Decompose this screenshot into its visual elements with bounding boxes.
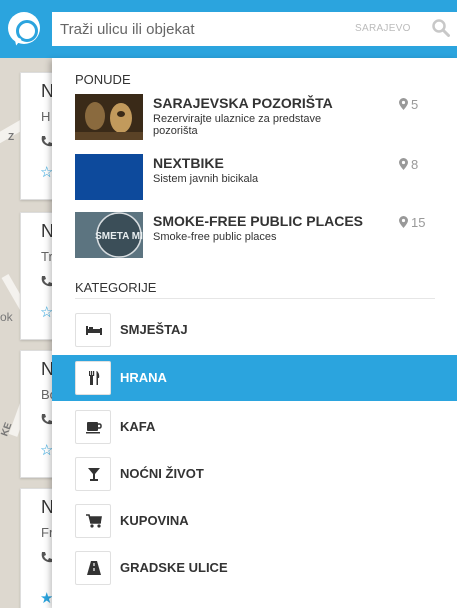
category-nocni-zivot[interactable]: NOĆNI ŽIVOT bbox=[52, 451, 457, 497]
category-gradske-ulice[interactable]: GRADSKE ULICE bbox=[52, 545, 457, 591]
offer-item-sarajevska-pozorista[interactable]: SARAJEVSKA POZORIŠTA Rezervirajte ulazni… bbox=[75, 94, 455, 142]
offer-thumbnail: SMETA MI bbox=[75, 212, 143, 258]
bed-icon bbox=[75, 313, 111, 347]
road-icon bbox=[75, 551, 111, 585]
category-label: KUPOVINA bbox=[120, 513, 189, 528]
offer-description: Rezervirajte ulaznice za predstave pozor… bbox=[153, 113, 322, 137]
offer-count: 15 bbox=[399, 215, 425, 230]
fork-knife-icon bbox=[75, 361, 111, 395]
offer-item-smoke-free[interactable]: SMETA MI SMOKE-FREE PUBLIC PLACES Smoke-… bbox=[75, 212, 455, 260]
offer-name: SARAJEVSKA POZORIŠTA bbox=[153, 95, 333, 111]
location-pin-icon bbox=[399, 158, 408, 170]
offer-count-value: 8 bbox=[411, 157, 419, 172]
category-label: HRANA bbox=[120, 370, 167, 385]
offer-thumbnail bbox=[75, 154, 143, 200]
map-label: ok bbox=[0, 310, 13, 324]
category-kafa[interactable]: KAFA bbox=[52, 404, 457, 450]
category-label: KAFA bbox=[120, 419, 156, 434]
cocktail-glass-icon bbox=[75, 457, 111, 491]
category-smjestaj[interactable]: SMJEŠTAJ bbox=[52, 307, 457, 353]
offer-name: SMOKE-FREE PUBLIC PLACES bbox=[153, 213, 364, 229]
category-label: SMJEŠTAJ bbox=[120, 322, 188, 337]
offer-name: NEXTBIKE bbox=[153, 155, 224, 171]
map-label: Z bbox=[8, 132, 15, 143]
search-icon[interactable] bbox=[432, 19, 450, 37]
search-input[interactable] bbox=[52, 12, 342, 46]
city-label[interactable]: SARAJEVO bbox=[355, 23, 411, 34]
shopping-cart-icon bbox=[75, 504, 111, 538]
offer-count-value: 5 bbox=[411, 97, 419, 112]
offer-description: Sistem javnih bicikala bbox=[153, 173, 259, 185]
offer-item-nextbike[interactable]: NEXTBIKE Sistem javnih bicikala 8 bbox=[75, 154, 455, 202]
category-kupovina[interactable]: KUPOVINA bbox=[52, 498, 457, 544]
offer-thumbnail bbox=[75, 94, 143, 140]
category-hrana[interactable]: HRANA bbox=[52, 355, 457, 401]
search-dropdown: PONUDE SARAJEVSKA POZORIŠTA Rezervirajte… bbox=[52, 58, 457, 608]
offers-section-title: PONUDE bbox=[75, 72, 131, 87]
coffee-cup-icon bbox=[75, 410, 111, 444]
offer-count-value: 15 bbox=[411, 215, 426, 230]
categories-section-title: KATEGORIJE bbox=[75, 280, 157, 295]
location-pin-icon bbox=[399, 216, 408, 228]
top-bar: SARAJEVO bbox=[0, 0, 457, 58]
search-box[interactable]: SARAJEVO bbox=[52, 12, 457, 46]
offer-description: Smoke-free public places bbox=[153, 231, 277, 243]
location-pin-icon bbox=[399, 98, 408, 110]
offer-count: 5 bbox=[399, 97, 418, 112]
app-logo-icon[interactable] bbox=[8, 12, 40, 44]
category-label: NOĆNI ŽIVOT bbox=[120, 466, 204, 481]
offer-count: 8 bbox=[399, 157, 418, 172]
divider bbox=[75, 298, 435, 299]
card-subtitle: H bbox=[41, 109, 51, 124]
category-label: GRADSKE ULICE bbox=[120, 560, 228, 575]
thumb-text: SMETA MI bbox=[95, 231, 143, 242]
